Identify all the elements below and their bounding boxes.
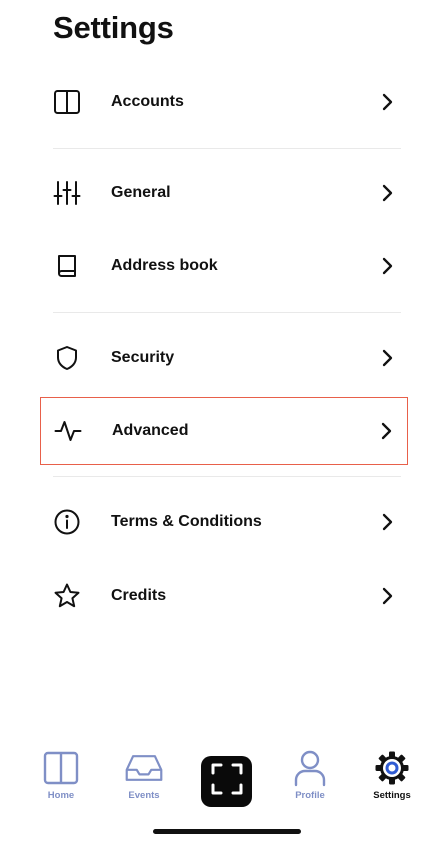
tab-profile[interactable]: Profile [278,748,342,812]
activity-icon [54,417,82,445]
settings-item-general[interactable]: General [40,159,408,227]
tab-events[interactable]: Events [112,748,176,812]
settings-item-security[interactable]: Security [40,324,408,392]
wallet-icon [53,88,81,116]
settings-item-advanced[interactable]: Advanced [40,397,408,465]
settings-item-label: Security [111,349,175,366]
scan-button[interactable] [201,756,252,807]
inbox-icon [124,748,164,788]
chevron-right-icon [380,184,394,202]
chevron-right-icon [380,257,394,275]
tab-settings[interactable]: Settings [360,748,424,812]
settings-item-label: General [111,184,171,201]
home-indicator [153,829,301,834]
settings-item-terms[interactable]: Terms & Conditions [40,488,408,556]
divider [53,148,401,149]
page-title: Settings [53,10,174,45]
settings-item-label: Accounts [111,93,184,110]
tab-bar: Home Events Profile Settings [0,748,428,818]
settings-item-address-book[interactable]: Address book [40,232,408,300]
divider [53,476,401,477]
tab-home[interactable]: Home [29,748,93,812]
tab-label: Settings [373,790,411,801]
tab-label: Home [47,790,75,801]
chevron-right-icon [380,349,394,367]
settings-item-label: Credits [111,587,167,604]
sliders-icon [53,179,81,207]
user-icon [290,748,330,788]
info-icon [53,508,81,536]
book-icon [53,252,81,280]
settings-item-credits[interactable]: Credits [40,562,408,630]
settings-item-label: Advanced [112,422,189,439]
chevron-right-icon [380,93,394,111]
shield-icon [53,344,81,372]
settings-item-label: Terms & Conditions [111,513,262,530]
star-icon [53,582,81,610]
settings-item-label: Address book [111,257,218,274]
chevron-right-icon [380,513,394,531]
divider [53,312,401,313]
settings-item-accounts[interactable]: Accounts [40,68,408,136]
tab-label: Events [128,790,160,801]
gear-icon [372,748,412,788]
chevron-right-icon [379,422,393,440]
tab-label: Profile [295,790,325,801]
scan-icon [210,762,244,801]
chevron-right-icon [380,587,394,605]
wallet-icon [41,748,81,788]
